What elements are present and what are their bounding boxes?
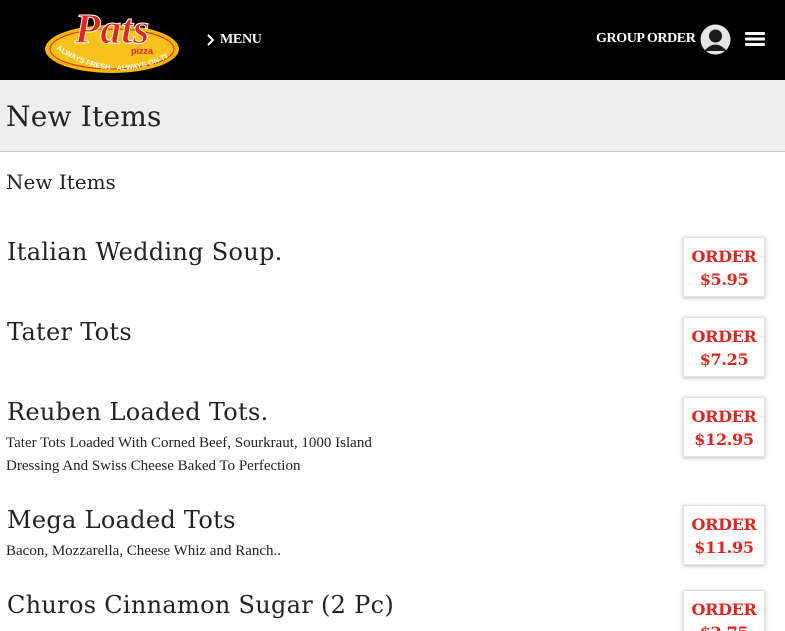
order-label: ORDER	[691, 327, 757, 346]
item-name[interactable]: Reuben Loaded Tots.	[7, 398, 269, 426]
hamburger-menu-icon[interactable]	[745, 30, 765, 48]
item-price: $11.95	[694, 538, 754, 557]
pats-pizza-logo[interactable]: Pats pizza ALWAYS FRESH · ALWAYS ON TIME	[44, 5, 180, 75]
order-label: ORDER	[691, 600, 757, 619]
order-label: ORDER	[691, 407, 757, 426]
item-price: $5.95	[699, 270, 749, 289]
item-description: Tater Tots Loaded With Corned Beef, Sour…	[6, 435, 372, 474]
page-title: New Items	[6, 100, 162, 133]
top-nav-bar: Pats pizza ALWAYS FRESH · ALWAYS ON TI ME…	[0, 0, 785, 80]
order-button[interactable]: ORDER $2.75	[683, 590, 765, 631]
menu-link[interactable]: MENU	[204, 30, 262, 50]
item-description: Bacon, Mozzarella, Cheese Whiz and Ranch…	[6, 543, 282, 559]
item-price: $12.95	[694, 430, 754, 449]
item-price: $2.75	[684, 621, 764, 631]
menu-label: MENU	[220, 32, 262, 47]
order-button[interactable]: ORDER $5.95	[683, 237, 765, 297]
order-label: ORDER	[691, 247, 757, 266]
user-avatar-icon[interactable]	[700, 24, 731, 55]
item-name[interactable]: Churos Cinnamon Sugar (2 Pc)	[7, 591, 394, 619]
item-name[interactable]: Italian Wedding Soup.	[7, 238, 283, 266]
page-title-bar: New Items	[0, 80, 785, 152]
order-button[interactable]: ORDER $11.95	[683, 505, 765, 565]
item-name[interactable]: Mega Loaded Tots	[7, 506, 236, 534]
item-price: $7.25	[699, 350, 749, 369]
order-button[interactable]: ORDER $12.95	[683, 397, 765, 457]
order-label: ORDER	[691, 515, 757, 534]
section-title: New Items	[6, 170, 116, 194]
order-button[interactable]: ORDER $7.25	[683, 317, 765, 377]
item-name[interactable]: Tater Tots	[7, 318, 132, 346]
svg-text:pizza: pizza	[131, 46, 154, 56]
group-order-link[interactable]: GROUP ORDER	[596, 31, 696, 47]
chevron-right-icon	[207, 34, 215, 46]
